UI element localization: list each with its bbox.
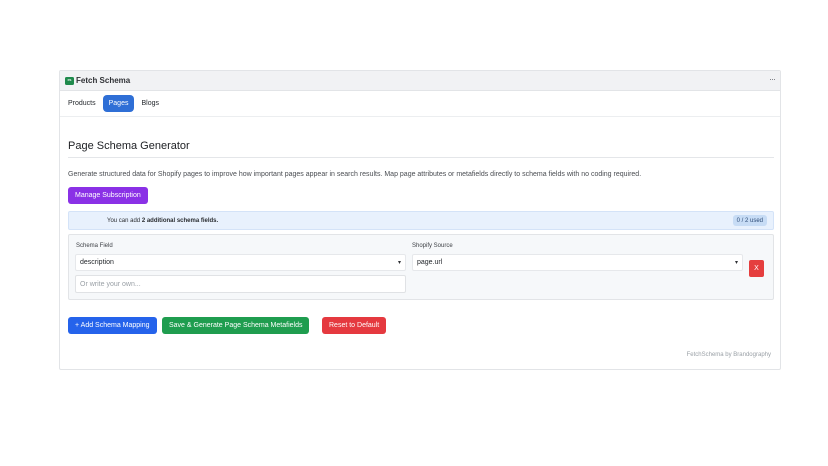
main-content: Page Schema Generator Generate structure… xyxy=(60,128,780,369)
title-bar: FS Fetch Schema ··· xyxy=(60,71,780,91)
info-banner: You can add 2 additional schema fields. … xyxy=(68,211,774,230)
save-generate-button[interactable]: Save & Generate Page Schema Metafields xyxy=(162,317,310,334)
app-title: Fetch Schema xyxy=(76,76,131,85)
reset-default-button[interactable]: Reset to Default xyxy=(322,317,387,334)
add-schema-mapping-button[interactable]: + Add Schema Mapping xyxy=(68,317,157,334)
chevron-down-icon: ▾ xyxy=(397,260,401,266)
chevron-down-icon: ▾ xyxy=(734,260,738,266)
schema-field-label: Schema Field xyxy=(76,243,113,249)
title-divider xyxy=(68,157,774,158)
app-window: FS Fetch Schema ··· Products Pages Blogs… xyxy=(59,70,781,370)
page-description: Generate structured data for Shopify pag… xyxy=(68,171,642,178)
manage-subscription-button[interactable]: Manage Subscription xyxy=(68,187,148,204)
schema-mapping-row: Schema Field description ▾ Or write your… xyxy=(68,234,774,300)
tab-blogs[interactable]: Blogs xyxy=(135,95,165,112)
action-buttons: + Add Schema Mapping Save & Generate Pag… xyxy=(68,317,772,334)
nav-tabs: Products Pages Blogs xyxy=(60,91,780,117)
remove-mapping-button[interactable]: X xyxy=(749,260,764,277)
shopify-source-value: page.url xyxy=(417,259,443,266)
custom-schema-field-input[interactable]: Or write your own... xyxy=(75,275,406,293)
info-count: 2 additional schema fields. xyxy=(141,217,219,224)
shopify-source-label: Shopify Source xyxy=(412,243,453,249)
schema-field-select[interactable]: description ▾ xyxy=(75,254,406,271)
footer-credit: FetchSchema by Brandography xyxy=(686,352,771,358)
info-text: You can add 2 additional schema fields. xyxy=(107,217,219,224)
shopify-source-select[interactable]: page.url ▾ xyxy=(412,254,743,271)
more-horizontal-icon[interactable]: ··· xyxy=(769,74,776,87)
tab-products[interactable]: Products xyxy=(62,95,102,112)
schema-field-value: description xyxy=(80,259,114,266)
app-logo-icon: FS xyxy=(65,76,74,85)
usage-badge: 0 / 2 used xyxy=(732,215,767,226)
tab-pages[interactable]: Pages xyxy=(102,95,135,112)
page-title: Page Schema Generator xyxy=(68,140,190,152)
custom-schema-field-placeholder: Or write your own... xyxy=(80,280,141,288)
